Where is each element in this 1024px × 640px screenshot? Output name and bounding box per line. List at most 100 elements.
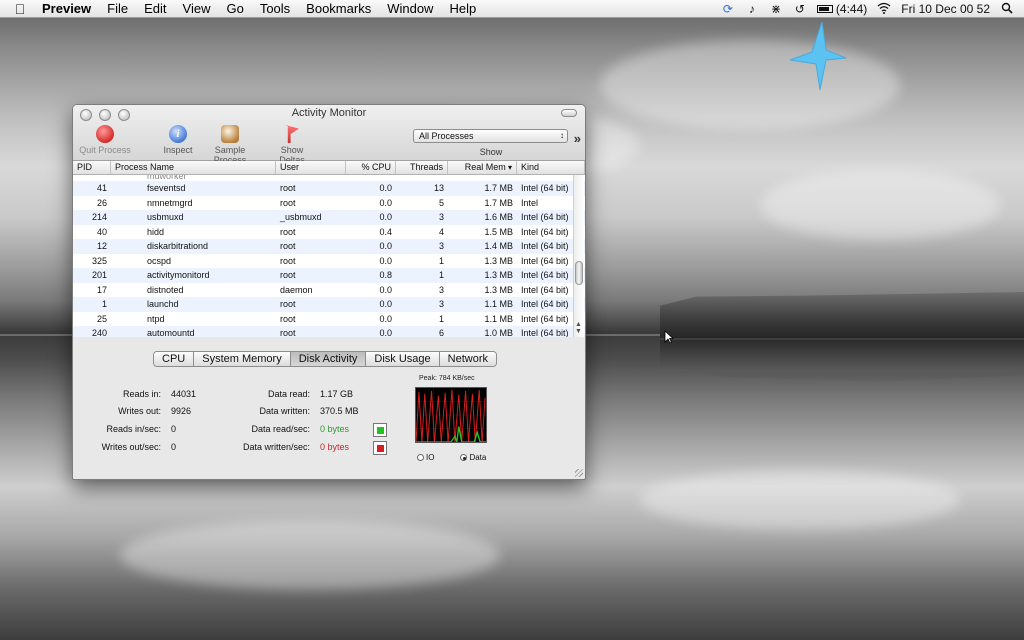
tab-network[interactable]: Network: [439, 352, 496, 366]
scrollbar-thumb[interactable]: [575, 261, 583, 285]
tab-disk-usage[interactable]: Disk Usage: [366, 352, 440, 366]
window-titlebar[interactable]: Activity Monitor Quit Process i Inspect …: [73, 105, 585, 165]
row-threads: 1: [438, 255, 444, 266]
table-row[interactable]: 12 diskarbitrationd root 0.0 3 1.4 MB Intel (6…: [73, 239, 585, 254]
column-header-cpu[interactable]: % CPU: [346, 161, 396, 174]
sample-process-button[interactable]: Sample Process: [199, 125, 261, 165]
row-threads: 1: [438, 270, 444, 280]
show-deltas-button[interactable]: Show Deltas: [267, 125, 317, 165]
table-row[interactable]: 1 launchd root 0.0 3 1.1 MB Intel (64 bit): [73, 297, 585, 312]
row-user: _usbmuxd: [280, 212, 322, 222]
row-user: root: [280, 183, 296, 193]
table-row[interactable]: 41 fseventsd root 0.0 13 1.7 MB Intel (64 bit): [73, 181, 585, 196]
column-header-real-mem[interactable]: Real Mem: [448, 161, 517, 174]
row-name: ocspd: [147, 255, 172, 266]
sync-icon[interactable]: ⟳: [721, 2, 735, 16]
desktop-bird-graphic: [789, 21, 847, 91]
write-color-well[interactable]: [373, 441, 387, 455]
bluetooth-icon[interactable]: ⋇: [769, 2, 783, 16]
menu-bookmarks[interactable]: Bookmarks: [298, 1, 379, 16]
table-row[interactable]: 17 distnoted daemon 0.0 3 1.3 MB Intel (64 bit…: [73, 283, 585, 298]
row-kind: Intel (64 bit): [521, 241, 569, 251]
table-row[interactable]: 26 nmnetmgrd root 0.0 5 1.7 MB Intel: [73, 196, 585, 211]
table-row[interactable]: 201 activitymonitord root 0.8 1 1.3 MB Intel (…: [73, 268, 585, 283]
toolbar-toggle-button[interactable]: [561, 109, 577, 117]
column-header-pid[interactable]: PID: [73, 161, 111, 174]
radio-io[interactable]: IO: [417, 453, 434, 462]
table-row[interactable]: 214 usbmuxd _usbmuxd 0.0 3 1.6 MB Intel (64 bi…: [73, 210, 585, 225]
column-header-process-name[interactable]: Process Name: [111, 161, 276, 174]
table-row[interactable]: 325 ocspd root 0.0 1 1.3 MB Intel (64 bit): [73, 254, 585, 269]
row-name: automountd: [147, 328, 195, 337]
inspect-label: Inspect: [163, 145, 193, 155]
battery-time: (4:44): [835, 1, 868, 16]
stat-label: Writes out/sec:: [101, 442, 161, 452]
menu-view[interactable]: View: [175, 1, 219, 16]
resize-grip[interactable]: [575, 469, 583, 477]
menu-edit[interactable]: Edit: [136, 1, 174, 16]
column-header-user[interactable]: User: [276, 161, 346, 174]
toolbar-overflow-icon[interactable]: »: [574, 131, 581, 146]
time-machine-icon[interactable]: ↺: [793, 2, 807, 16]
row-kind: Intel (64 bit): [521, 183, 569, 193]
menu-help[interactable]: Help: [441, 1, 484, 16]
menu-clock[interactable]: Fri 10 Dec 00 52: [901, 2, 990, 16]
radio-data-button[interactable]: [460, 454, 468, 461]
quit-process-button[interactable]: Quit Process: [79, 125, 131, 155]
apple-icon[interactable]: : [0, 1, 40, 17]
menu-window[interactable]: Window: [379, 1, 441, 16]
spotlight-icon[interactable]: [1000, 2, 1014, 16]
menu-go[interactable]: Go: [218, 1, 251, 16]
read-color-well[interactable]: [373, 423, 387, 437]
row-kind: Intel (64 bit): [521, 299, 569, 309]
row-name: hidd: [147, 226, 165, 237]
column-header-threads[interactable]: Threads: [396, 161, 448, 174]
row-user: root: [280, 328, 296, 337]
scroll-arrows-icon[interactable]: ▲ ▼: [575, 321, 582, 335]
process-table: PID Process Name User % CPU Threads Real…: [73, 161, 585, 337]
write-color-swatch: [377, 445, 384, 452]
menu-file[interactable]: File: [99, 1, 136, 16]
tab-cpu[interactable]: CPU: [154, 352, 195, 366]
wifi-icon[interactable]: [877, 2, 891, 16]
stat-data-read: Data read: 1.17 GB: [213, 389, 353, 399]
stat-label: Data written:: [259, 406, 310, 416]
row-threads: 6: [438, 328, 444, 337]
row-threads: 4: [438, 226, 444, 237]
row-kind: Intel (64 bit): [521, 212, 569, 222]
radio-io-button[interactable]: [417, 454, 424, 461]
menu-bar:  Preview File Edit View Go Tools Bookma…: [0, 0, 1024, 18]
stat-value: 44031: [171, 389, 197, 399]
stopwatch-icon: [221, 125, 239, 143]
inspect-button[interactable]: i Inspect: [161, 125, 195, 155]
battery-icon: [816, 4, 833, 13]
radio-data[interactable]: Data: [460, 453, 486, 462]
row-name: distnoted: [147, 284, 184, 295]
desktop-cloud: [600, 40, 900, 130]
tab-disk-activity[interactable]: Disk Activity: [290, 352, 367, 366]
radio-io-label: IO: [426, 453, 435, 462]
stat-label: Data read:: [267, 389, 310, 399]
window-title: Activity Monitor: [291, 107, 367, 119]
table-row[interactable]: 25 ntpd root 0.0 1 1.1 MB Intel (64 bit): [73, 312, 585, 327]
stat-writes-out: Writes out: 9926: [73, 406, 191, 416]
stat-value: 0 bytes: [320, 442, 350, 452]
tab-system-memory[interactable]: System Memory: [194, 352, 291, 366]
row-pid: 201: [91, 270, 107, 280]
row-threads: 3: [438, 241, 444, 251]
menu-tools[interactable]: Tools: [252, 1, 298, 16]
row-mem: 1.7 MB: [484, 183, 513, 193]
stat-writes-sec: Writes out/sec: 0: [73, 442, 176, 452]
table-row[interactable]: 240 automountd root 0.0 6 1.0 MB Intel (64 bit…: [73, 326, 585, 337]
column-header-kind[interactable]: Kind: [517, 161, 585, 174]
desktop-cliff: [660, 292, 1024, 338]
table-row[interactable]: 40 hidd root 0.4 4 1.5 MB Intel (64 bit): [73, 225, 585, 240]
music-icon[interactable]: ♪: [745, 2, 759, 16]
stat-value: 370.5 MB: [320, 406, 359, 416]
menu-app-name[interactable]: Preview: [40, 1, 99, 16]
show-label: Show: [479, 147, 503, 157]
battery-indicator[interactable]: (4:44): [816, 1, 868, 16]
show-processes-select[interactable]: All Processes ↕: [413, 129, 568, 143]
table-scrollbar[interactable]: ▲ ▼: [573, 175, 584, 337]
row-mem: 1.5 MB: [484, 226, 513, 237]
